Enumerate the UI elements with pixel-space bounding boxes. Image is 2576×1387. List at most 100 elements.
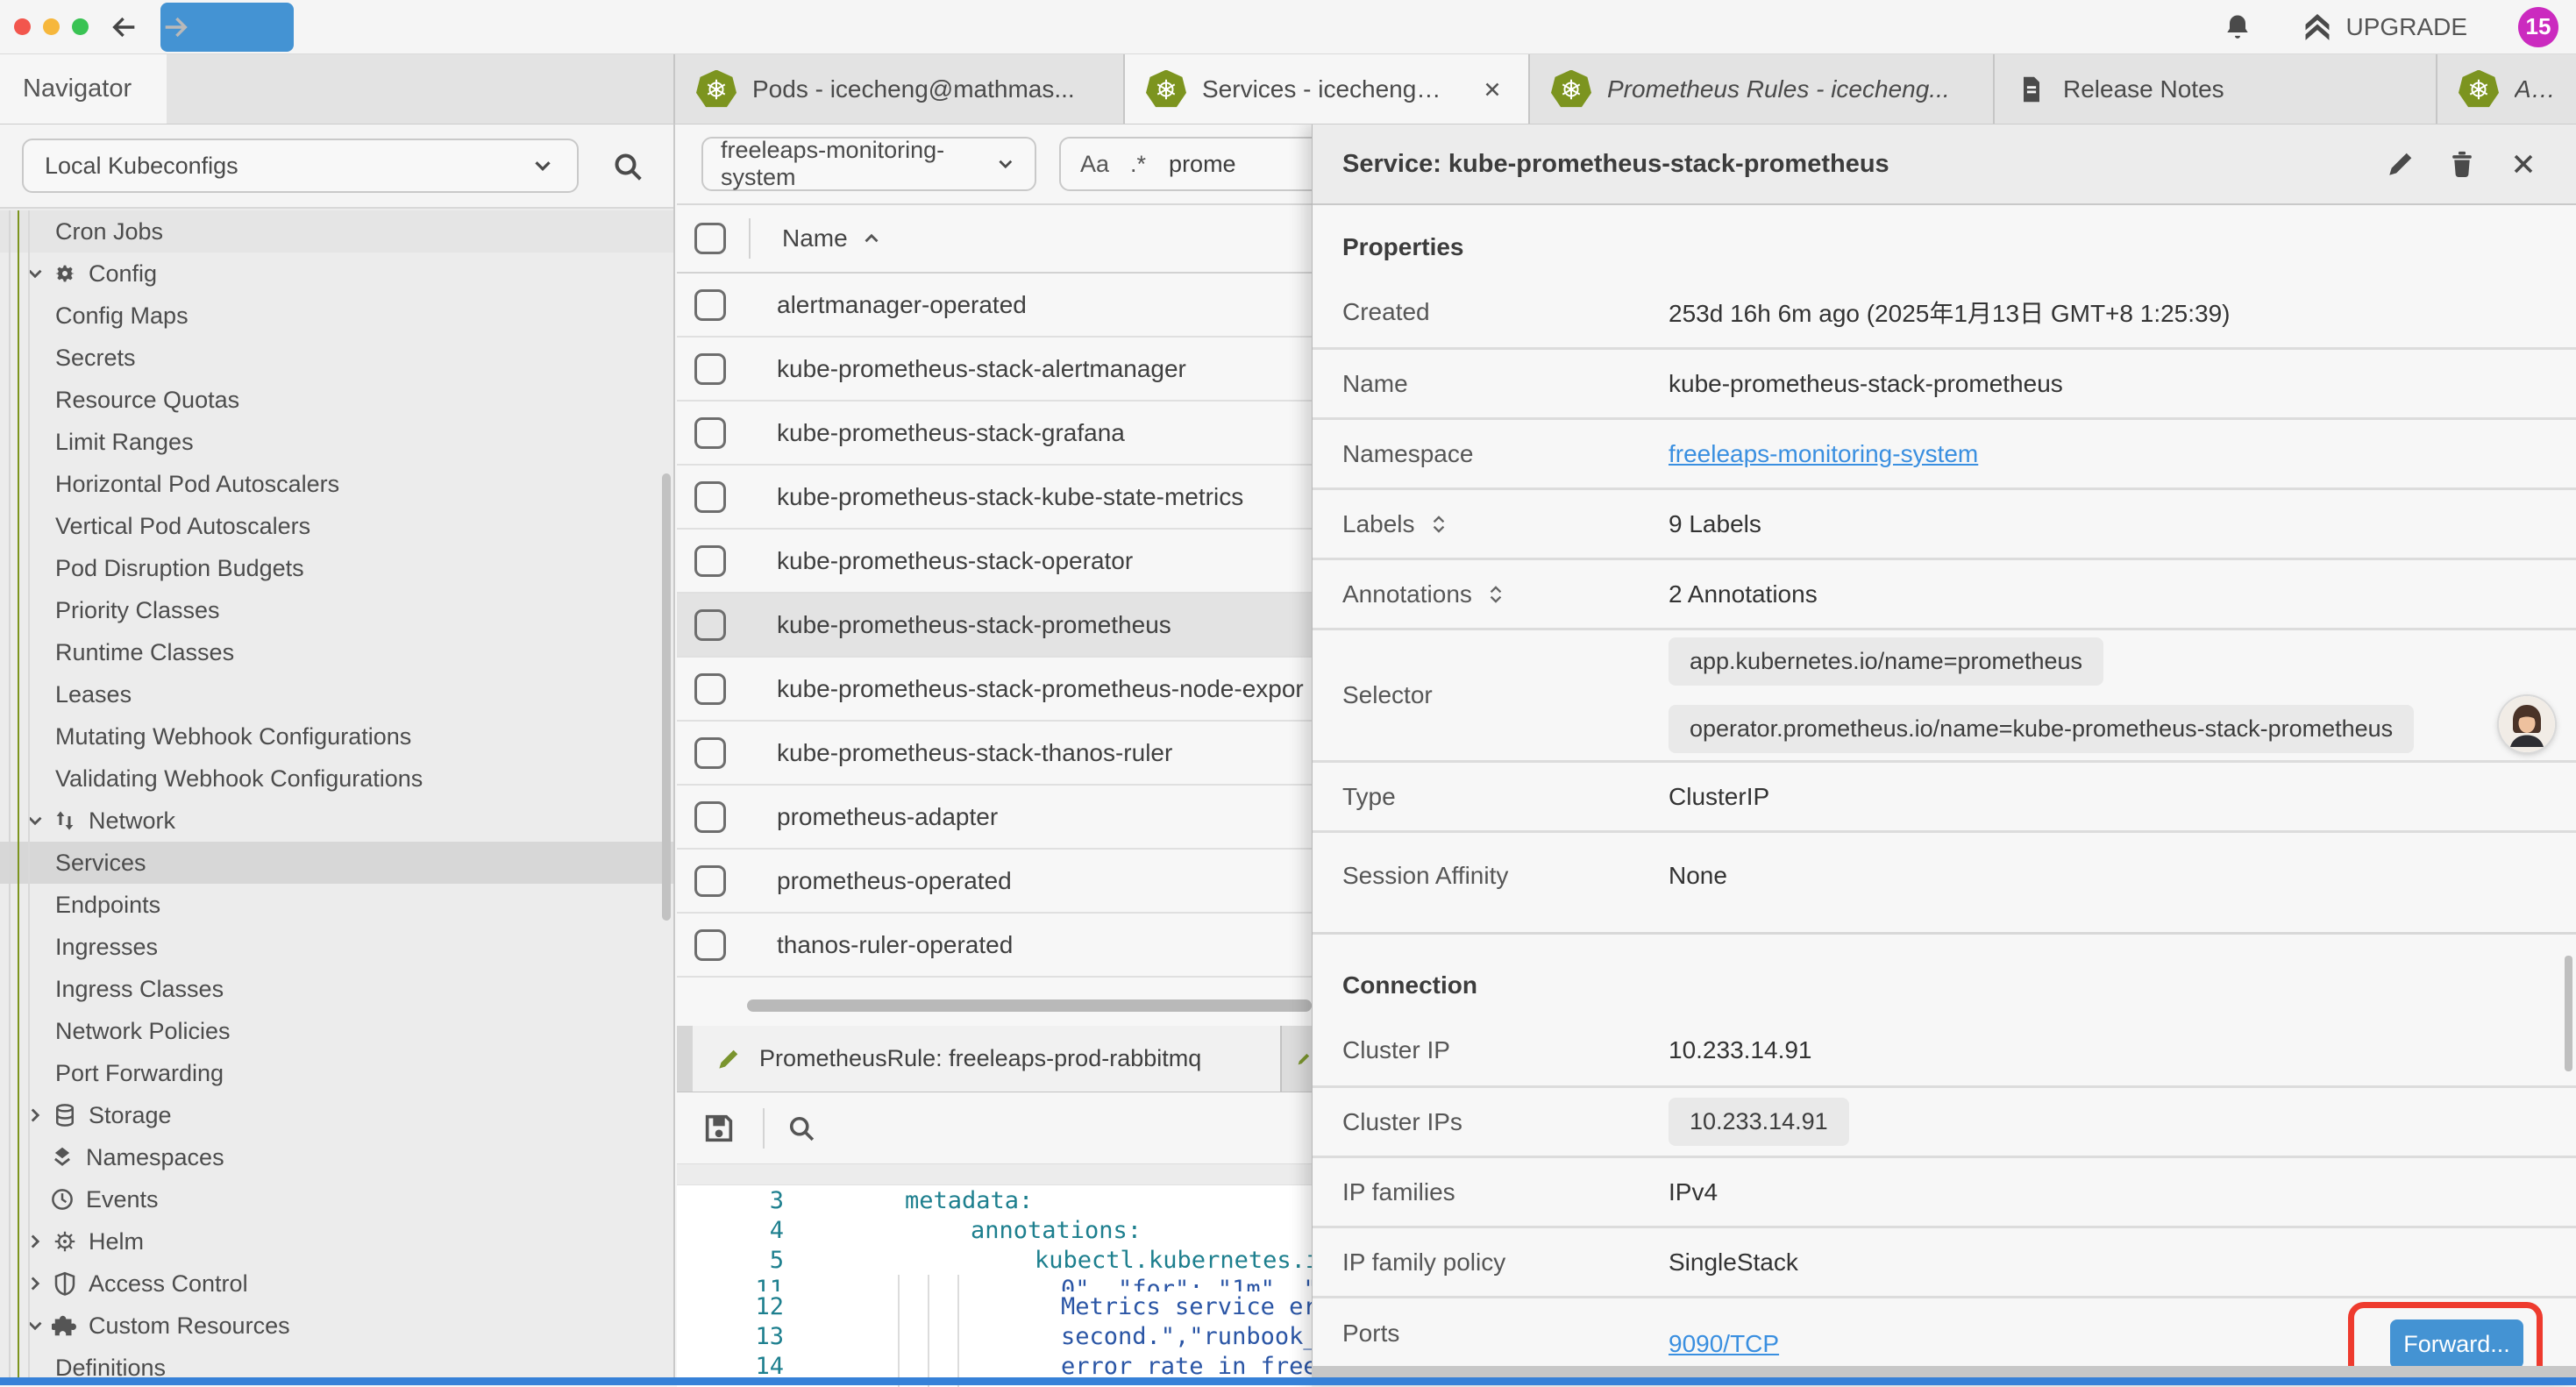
pencil-icon	[2385, 148, 2416, 180]
kubernetes-icon	[1146, 70, 1186, 109]
row-checkbox[interactable]	[694, 545, 726, 577]
navigator-panel-tab[interactable]: Navigator	[0, 54, 167, 124]
sidebar-item-mutating-webhook-configurations[interactable]: Mutating Webhook Configurations	[0, 715, 673, 758]
row-checkbox[interactable]	[694, 865, 726, 897]
sidebar-item-vertical-pod-autoscalers[interactable]: Vertical Pod Autoscalers	[0, 505, 673, 547]
row-checkbox[interactable]	[694, 353, 726, 385]
yaml-editor[interactable]: 3metadata: 4annotations: 5kubectl.kubern…	[677, 1185, 1312, 1387]
table-row-selected[interactable]: kube-prometheus-stack-prometheus	[677, 594, 1312, 658]
table-row[interactable]: prometheus-adapter	[677, 786, 1312, 850]
sidebar-item-horizontal-pod-autoscalers[interactable]: Horizontal Pod Autoscalers	[0, 463, 673, 505]
sidebar-item-ingresses[interactable]: Ingresses	[0, 926, 673, 968]
navigator-sidebar: Local Kubeconfigs Cron Jobs Config Confi…	[0, 124, 675, 1385]
sidebar-item-events[interactable]: Events	[0, 1178, 673, 1220]
sidebar-item-secrets[interactable]: Secrets	[0, 337, 673, 379]
table-row[interactable]: alertmanager-operated	[677, 274, 1312, 338]
sidebar-item-ingress-classes[interactable]: Ingress Classes	[0, 968, 673, 1010]
property-row-name: Name kube-prometheus-stack-prometheus	[1313, 347, 2576, 417]
row-checkbox[interactable]	[694, 929, 726, 961]
sidebar-group-network[interactable]: Network	[0, 800, 673, 842]
history-forward-button[interactable]	[160, 3, 294, 52]
sidebar-group-config[interactable]: Config	[0, 253, 673, 295]
forward-port-button[interactable]: Forward...	[2390, 1319, 2523, 1369]
sidebar-item-priority-classes[interactable]: Priority Classes	[0, 589, 673, 631]
sidebar-item-resource-quotas[interactable]: Resource Quotas	[0, 379, 673, 421]
sidebar-search-button[interactable]	[610, 147, 649, 186]
upgrade-button[interactable]: UPGRADE	[2295, 10, 2473, 45]
name-column-header[interactable]: Name	[782, 224, 848, 253]
editor-search-button[interactable]	[786, 1109, 824, 1148]
shield-icon	[52, 1270, 78, 1297]
sidebar-item-cron-jobs[interactable]: Cron Jobs	[0, 210, 673, 253]
delete-button[interactable]	[2446, 146, 2481, 181]
table-row[interactable]: prometheus-operated	[677, 850, 1312, 914]
match-case-icon[interactable]: Aa	[1080, 151, 1109, 178]
sidebar-item-config-maps[interactable]: Config Maps	[0, 295, 673, 337]
port-link-9090[interactable]: 9090/TCP	[1669, 1330, 1779, 1358]
row-checkbox[interactable]	[694, 737, 726, 769]
sidebar-item-leases[interactable]: Leases	[0, 673, 673, 715]
notification-count-badge[interactable]: 15	[2518, 7, 2558, 47]
sidebar-item-pod-disruption-budgets[interactable]: Pod Disruption Budgets	[0, 547, 673, 589]
row-checkbox[interactable]	[694, 289, 726, 321]
sidebar-item-limit-ranges[interactable]: Limit Ranges	[0, 421, 673, 463]
table-row[interactable]: kube-prometheus-stack-prometheus-node-ex…	[677, 658, 1312, 722]
sidebar-item-port-forwarding[interactable]: Port Forwarding	[0, 1052, 673, 1094]
sidebar-item-runtime-classes[interactable]: Runtime Classes	[0, 631, 673, 673]
row-checkbox[interactable]	[694, 801, 726, 833]
sidebar-item-namespaces[interactable]: Namespaces	[0, 1136, 673, 1178]
tab-release-notes[interactable]: Release Notes	[1995, 54, 2437, 124]
table-row[interactable]: kube-prometheus-stack-operator	[677, 530, 1312, 594]
table-row[interactable]: thanos-ruler-operated	[677, 914, 1312, 978]
sidebar-scrollbar[interactable]	[662, 473, 671, 921]
tab-prometheus-rules[interactable]: Prometheus Rules - icecheng...	[1530, 54, 1995, 124]
selector-chip[interactable]: operator.prometheus.io/name=kube-prometh…	[1669, 705, 2414, 753]
namespace-select[interactable]: freeleaps-monitoring-system	[701, 137, 1036, 191]
horizontal-scrollbar[interactable]	[747, 999, 1312, 1012]
sidebar-item-endpoints[interactable]: Endpoints	[0, 884, 673, 926]
expand-toggle-icon[interactable]	[1427, 513, 1450, 536]
close-drawer-button[interactable]	[2508, 146, 2543, 181]
row-checkbox[interactable]	[694, 673, 726, 705]
chevron-right-icon	[24, 1104, 46, 1127]
regex-icon[interactable]: .*	[1130, 151, 1146, 178]
user-avatar[interactable]	[2499, 696, 2555, 752]
traffic-light-close-icon[interactable]	[14, 18, 31, 35]
expand-toggle-icon[interactable]	[1484, 583, 1507, 606]
row-checkbox[interactable]	[694, 417, 726, 449]
dock-tab-prometheusrule[interactable]: PrometheusRule: freeleaps-prod-rabbitmq	[693, 1026, 1282, 1092]
dock-tab-next[interactable]	[1282, 1026, 1312, 1092]
kubeconfig-select[interactable]: Local Kubeconfigs	[22, 139, 579, 193]
sidebar-group-custom-resources[interactable]: Custom Resources	[0, 1305, 673, 1347]
edit-button[interactable]	[2385, 146, 2420, 181]
select-all-checkbox[interactable]	[694, 223, 726, 254]
tab-argo[interactable]: Argo Se	[2437, 54, 2576, 124]
sidebar-item-validating-webhook-configurations[interactable]: Validating Webhook Configurations	[0, 758, 673, 800]
sidebar-group-storage[interactable]: Storage	[0, 1094, 673, 1136]
table-row[interactable]: kube-prometheus-stack-alertmanager	[677, 338, 1312, 402]
detail-scrollbar[interactable]	[2565, 956, 2572, 1071]
namespace-link[interactable]: freeleaps-monitoring-system	[1669, 440, 1978, 467]
sidebar-item-network-policies[interactable]: Network Policies	[0, 1010, 673, 1052]
selector-chip[interactable]: app.kubernetes.io/name=prometheus	[1669, 637, 2103, 686]
helm-wheel-icon	[52, 1228, 78, 1255]
notifications-button[interactable]	[2222, 11, 2255, 44]
line-number: 3	[677, 1187, 808, 1214]
table-row[interactable]: kube-prometheus-stack-thanos-ruler	[677, 722, 1312, 786]
save-button[interactable]	[701, 1109, 740, 1148]
tab-services[interactable]: Services - icecheng@math...	[1125, 54, 1530, 124]
sidebar-group-helm[interactable]: Helm	[0, 1220, 673, 1263]
traffic-light-zoom-icon[interactable]	[72, 18, 89, 35]
editor-line: 12Metrics service error rate is {{ $va	[677, 1291, 1312, 1321]
row-checkbox[interactable]	[694, 609, 726, 641]
row-checkbox[interactable]	[694, 481, 726, 513]
table-row[interactable]: kube-prometheus-stack-grafana	[677, 402, 1312, 466]
history-back-button[interactable]	[110, 12, 139, 42]
table-row[interactable]: kube-prometheus-stack-kube-state-metrics	[677, 466, 1312, 530]
tab-pods[interactable]: Pods - icecheng@mathmas...	[675, 54, 1125, 124]
detail-bottom-scroll-track[interactable]	[1312, 1366, 2576, 1378]
sidebar-item-services[interactable]: Services	[0, 842, 673, 884]
traffic-light-minimize-icon[interactable]	[43, 18, 60, 35]
sidebar-group-access-control[interactable]: Access Control	[0, 1263, 673, 1305]
close-tab-icon[interactable]	[1481, 76, 1507, 103]
